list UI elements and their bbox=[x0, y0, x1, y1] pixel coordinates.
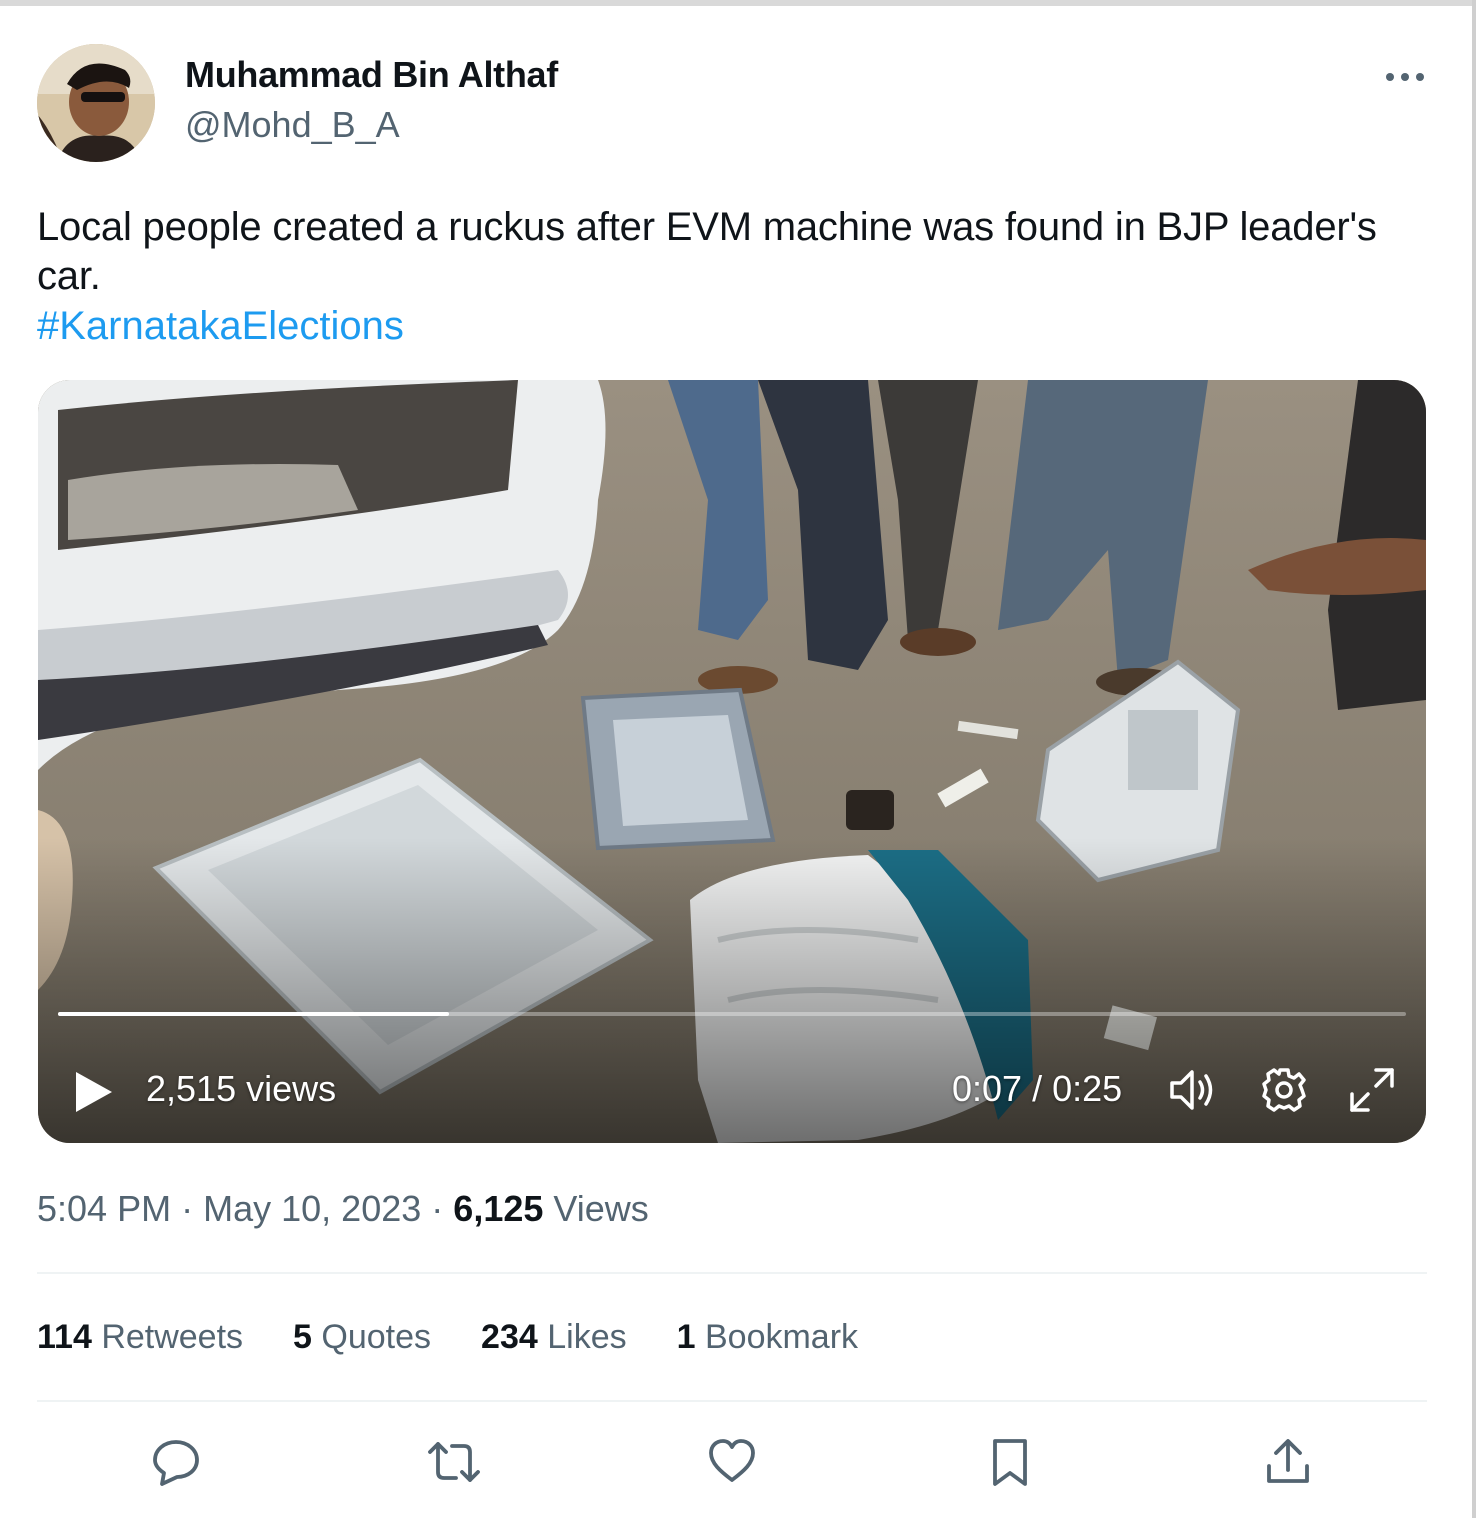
tweet-time[interactable]: 5:04 PM bbox=[37, 1188, 171, 1229]
fullscreen-icon[interactable] bbox=[1346, 1064, 1398, 1116]
meta-separator: · bbox=[181, 1188, 194, 1229]
tweet-text: Local people created a ruckus after EVM … bbox=[37, 205, 1377, 298]
video-player[interactable]: 2,515 views 0:07 / 0:25 bbox=[38, 380, 1426, 1143]
author-handle[interactable]: @Mohd_B_A bbox=[185, 104, 400, 146]
frame-right-border bbox=[1472, 0, 1476, 1518]
avatar[interactable] bbox=[37, 44, 155, 162]
like-icon[interactable] bbox=[704, 1434, 760, 1490]
play-icon[interactable] bbox=[72, 1070, 116, 1114]
divider bbox=[37, 1400, 1427, 1402]
hashtag-link[interactable]: #KarnatakaElections bbox=[37, 302, 404, 351]
retweet-icon[interactable] bbox=[426, 1434, 482, 1490]
views-label: Views bbox=[553, 1188, 649, 1229]
share-icon[interactable] bbox=[1260, 1434, 1316, 1490]
retweets-count: 114 bbox=[37, 1318, 92, 1356]
quotes-label: Quotes bbox=[321, 1318, 432, 1356]
retweets-stat[interactable]: 114 Retweets bbox=[37, 1318, 243, 1357]
likes-label: Likes bbox=[547, 1318, 627, 1356]
bookmarks-stat[interactable]: 1 Bookmark bbox=[677, 1318, 858, 1357]
likes-stat[interactable]: 234 Likes bbox=[481, 1318, 627, 1357]
meta-separator: · bbox=[431, 1188, 444, 1229]
bookmark-icon[interactable] bbox=[982, 1434, 1038, 1490]
video-progress-bar[interactable] bbox=[58, 1012, 1406, 1016]
video-frame bbox=[38, 380, 1426, 1143]
frame-top-border bbox=[0, 0, 1476, 6]
retweets-label: Retweets bbox=[101, 1318, 244, 1356]
volume-icon[interactable] bbox=[1168, 1066, 1220, 1114]
bookmarks-label: Bookmark bbox=[704, 1318, 859, 1356]
quotes-stat[interactable]: 5 Quotes bbox=[293, 1318, 431, 1357]
video-timestamp: 0:07 / 0:25 bbox=[952, 1068, 1123, 1109]
likes-count: 234 bbox=[481, 1318, 538, 1356]
engagement-stats: 114 Retweets 5 Quotes 234 Likes 1 Bookma… bbox=[37, 1318, 908, 1357]
video-view-count: 2,515 views bbox=[146, 1068, 337, 1109]
bookmarks-count: 1 bbox=[676, 1318, 696, 1356]
tweet-meta: 5:04 PM · May 10, 2023 · 6,125 Views bbox=[37, 1188, 649, 1230]
more-options-icon[interactable] bbox=[1382, 60, 1428, 94]
divider bbox=[37, 1272, 1427, 1274]
author-display-name[interactable]: Muhammad Bin Althaf bbox=[185, 54, 558, 96]
settings-gear-icon[interactable] bbox=[1260, 1066, 1308, 1114]
quotes-count: 5 bbox=[293, 1318, 312, 1356]
video-progress-fill bbox=[58, 1012, 449, 1016]
reply-icon[interactable] bbox=[148, 1434, 204, 1490]
tweet-date[interactable]: May 10, 2023 bbox=[203, 1188, 421, 1229]
views-count: 6,125 bbox=[453, 1188, 544, 1229]
